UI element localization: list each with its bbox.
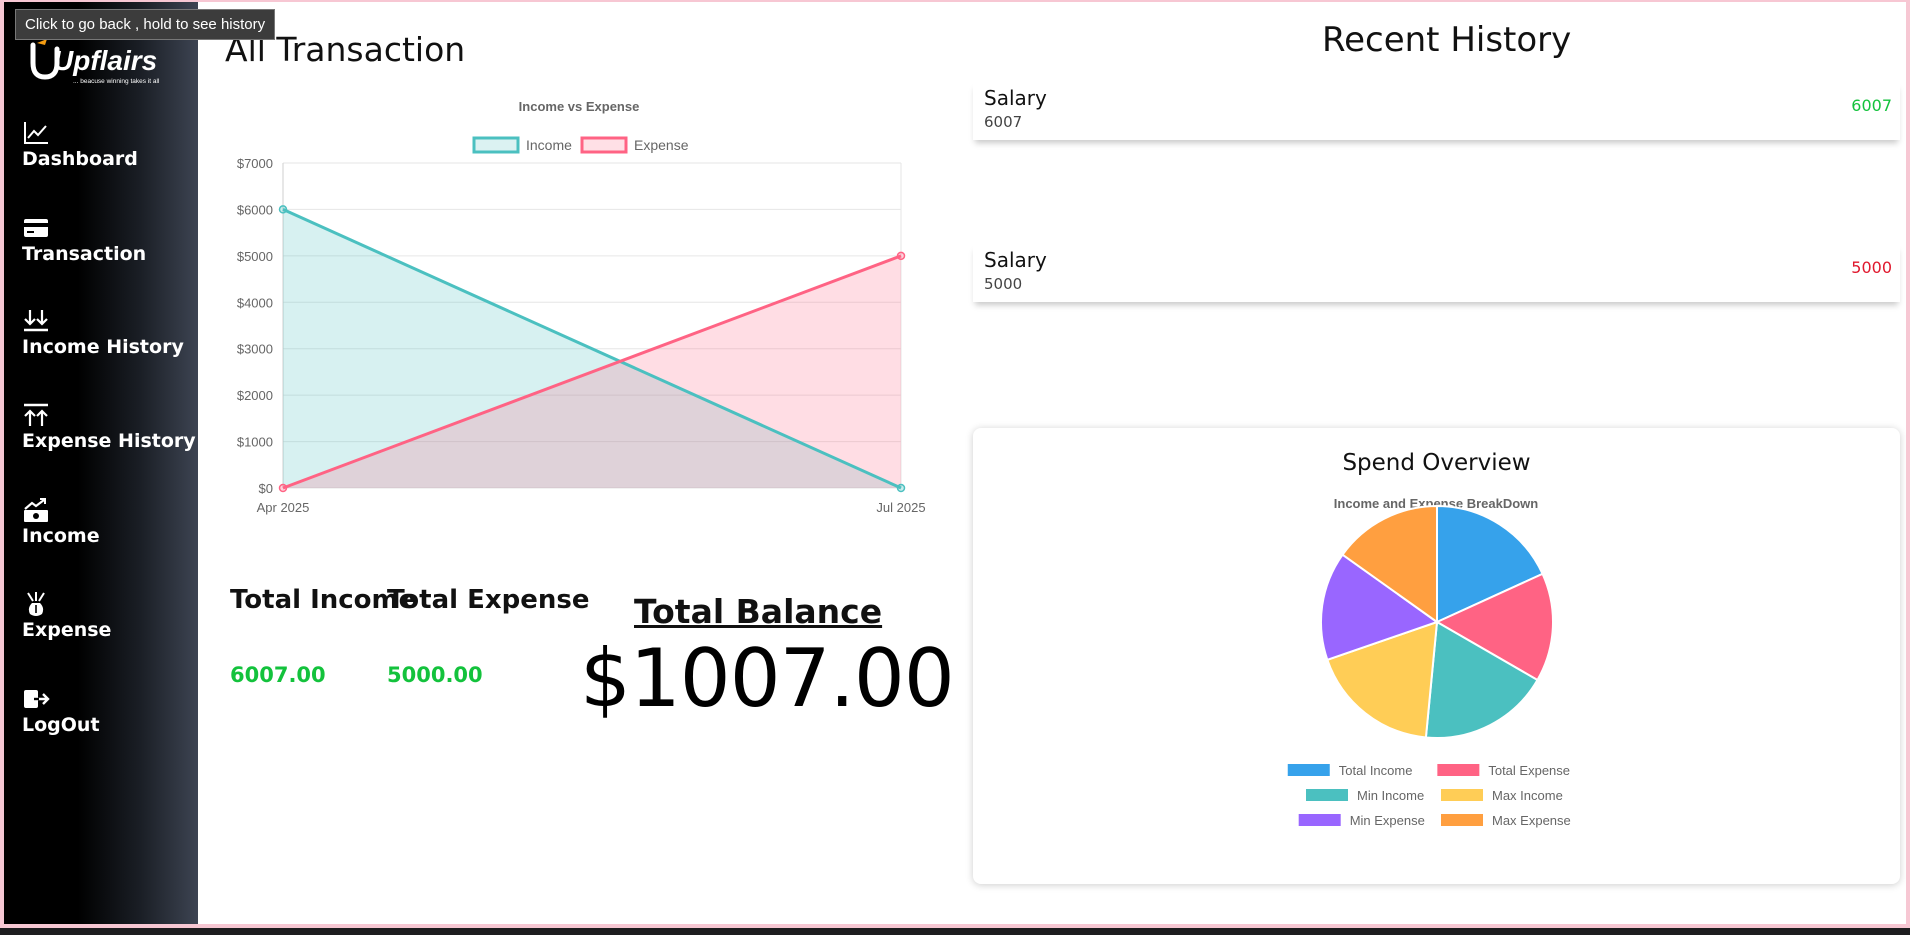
x-tick-label: Apr 2025 — [257, 500, 310, 515]
legend-label: Income — [526, 137, 572, 153]
data-point — [278, 483, 288, 493]
logout-icon — [24, 690, 50, 708]
sidebar-item-label: Transaction — [22, 243, 147, 265]
back-button-tooltip: Click to go back , hold to see history — [15, 9, 276, 40]
y-tick-label: $4000 — [237, 295, 273, 310]
sidebar-item-income[interactable]: Income — [22, 497, 192, 547]
total-balance-label: Total Balance — [634, 592, 883, 631]
sidebar: Upflairs ... beacuse winning takes it al… — [4, 2, 198, 924]
history-item-title: Salary — [984, 86, 1047, 110]
sidebar-item-logout[interactable]: LogOut — [22, 686, 192, 736]
legend-swatch — [1437, 764, 1480, 776]
legend-label: Min Income — [1357, 788, 1424, 803]
y-tick-label: $7000 — [237, 156, 273, 171]
sidebar-item-label: Dashboard — [22, 148, 138, 170]
history-item-subtitle: 6007 — [984, 113, 1023, 131]
total-expense-label: Total Expense — [387, 585, 590, 615]
spend-overview-title: Spend Overview — [1342, 450, 1531, 476]
logo-tagline: ... beacuse winning takes it all — [73, 78, 160, 85]
legend-item: Min Income — [1306, 788, 1424, 803]
legend-swatch — [1441, 789, 1483, 801]
legend-swatch — [1298, 814, 1341, 826]
arrows-up-icon — [24, 403, 48, 426]
history-item[interactable]: Salary 6007 6007 — [973, 82, 1900, 140]
legend-label: Total Income — [1339, 763, 1413, 778]
legend-label: Max Income — [1492, 788, 1563, 803]
sidebar-item-expense[interactable]: Expense — [22, 591, 192, 641]
sidebar-item-dashboard[interactable]: Dashboard — [22, 120, 192, 170]
history-item-amount: 6007 — [1851, 96, 1892, 115]
sidebar-item-expense-history[interactable]: Expense History — [22, 402, 196, 452]
arrows-down-icon — [24, 310, 48, 332]
sidebar-item-label: Expense History — [22, 430, 196, 452]
legend-label: Min Expense — [1350, 813, 1425, 828]
data-point — [896, 251, 906, 261]
legend-swatch — [1287, 764, 1330, 776]
money-trend-icon — [24, 498, 48, 522]
legend-item: Expense — [580, 136, 689, 154]
legend-item: Total Income — [1287, 763, 1413, 778]
y-tick-label: $2000 — [237, 388, 273, 403]
legend-item: Max Expense — [1441, 813, 1571, 828]
y-tick-label: $1000 — [237, 435, 273, 450]
upflairs-logo[interactable]: Upflairs ... beacuse winning takes it al… — [27, 37, 177, 87]
legend-item: Min Expense — [1298, 813, 1425, 828]
x-tick-label: Jul 2025 — [876, 500, 925, 515]
history-item-subtitle: 5000 — [984, 275, 1023, 293]
legend-label: Total Expense — [1488, 763, 1570, 778]
income-expense-breakdown-chart: Income and Expense BreakDownTotal Income… — [1287, 496, 1571, 828]
total-income-value: 6007.00 — [230, 663, 326, 687]
chart-line-icon — [24, 122, 48, 144]
data-point — [278, 205, 288, 214]
legend-item: Total Expense — [1437, 763, 1570, 778]
sidebar-item-transaction[interactable]: Transaction — [22, 215, 192, 265]
history-item[interactable]: Salary 5000 5000 — [973, 244, 1900, 302]
y-tick-label: $5000 — [237, 249, 273, 264]
data-point — [896, 483, 906, 493]
sidebar-item-label: Expense — [22, 619, 112, 641]
y-tick-label: $3000 — [237, 342, 273, 357]
income-vs-expense-chart: Income vs Expense Income Expense $0 $1000 $20… — [237, 99, 926, 515]
y-tick-label: $6000 — [237, 202, 273, 217]
chart-title: Income vs Expense — [519, 99, 640, 114]
recent-history-title: Recent History — [1322, 20, 1572, 60]
legend-item: Max Income — [1441, 788, 1563, 803]
legend-label: Max Expense — [1492, 813, 1571, 828]
app-frame: Click to go back , hold to see history U… — [4, 2, 1906, 924]
history-item-amount: 5000 — [1851, 258, 1892, 277]
y-tick-label: $0 — [259, 481, 273, 496]
total-balance-value: $1007.00 — [580, 632, 955, 725]
total-expense-value: 5000.00 — [387, 663, 483, 687]
money-bag-icon — [27, 592, 45, 616]
sidebar-item-label: Income — [22, 525, 100, 547]
sidebar-item-income-history[interactable]: Income History — [22, 308, 192, 358]
taskbar-strip — [0, 928, 1910, 935]
legend-swatch — [580, 136, 628, 154]
sidebar-item-label: Income History — [22, 336, 184, 358]
credit-card-icon — [24, 219, 48, 237]
legend-swatch — [1306, 789, 1348, 801]
legend-item: Income — [472, 136, 572, 154]
legend-swatch — [1441, 814, 1483, 826]
logo-brand-text: Upflairs — [53, 45, 157, 76]
sidebar-item-label: LogOut — [22, 714, 100, 736]
legend-label: Expense — [634, 137, 689, 153]
spend-overview-card: Spend Overview Income and Expense BreakD… — [973, 428, 1900, 884]
legend-swatch — [472, 136, 520, 154]
history-item-title: Salary — [984, 248, 1047, 272]
